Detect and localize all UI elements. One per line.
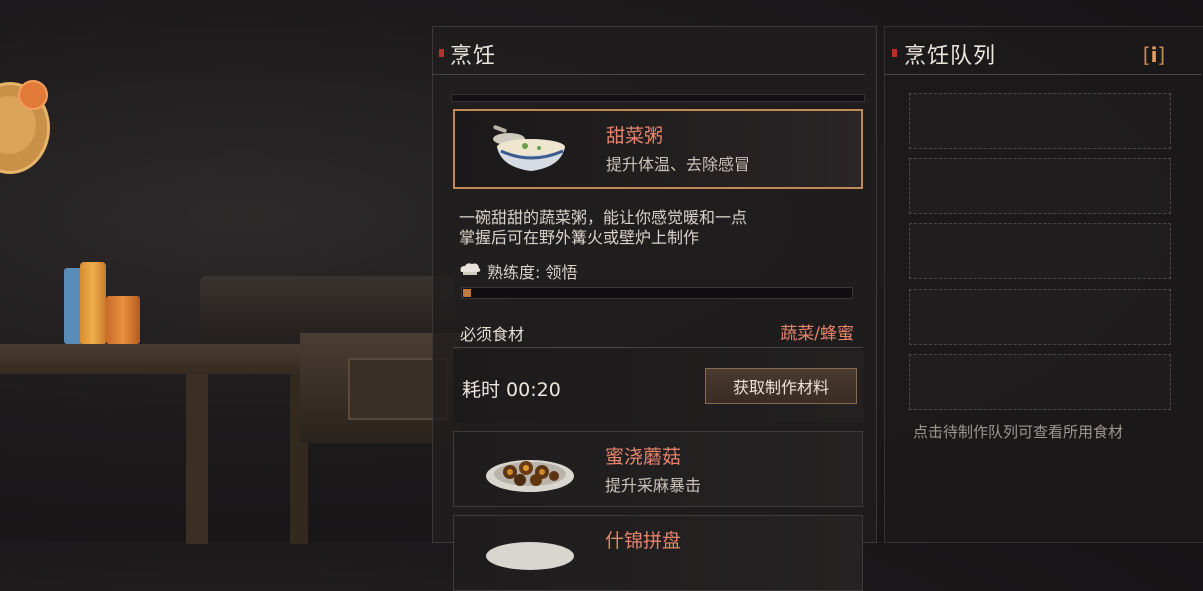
bracket-left-icon: [ — [1142, 43, 1151, 67]
notification-dot-icon — [18, 80, 48, 110]
recipe-effect: 提升体温、去除感冒 — [606, 155, 751, 174]
header-mark-icon — [892, 49, 897, 57]
bottle-prop — [80, 262, 106, 344]
jar-prop — [106, 296, 140, 344]
info-icon: i — [1150, 43, 1158, 67]
proficiency-label: 熟练度: 领悟 — [487, 263, 578, 282]
cook-time: 耗时 00:20 — [462, 379, 561, 401]
recipe-card[interactable]: 蜜浇蘑菇 提升采麻暴击 — [453, 431, 863, 507]
recipe-unlock-note: 掌握后可在野外篝火或壁炉上制作 — [459, 228, 700, 247]
porridge-bowl-icon — [493, 125, 565, 171]
recipe-card-selected[interactable]: 甜菜粥 提升体温、去除感冒 — [453, 109, 863, 189]
recipe-effect: 提升采麻暴击 — [605, 476, 702, 495]
recipe-name: 蜜浇蘑菇 — [605, 446, 682, 468]
queue-slot[interactable] — [909, 158, 1171, 214]
recipe-card[interactable]: 什锦拼盘 — [453, 515, 863, 591]
recipe-name: 什锦拼盘 — [605, 530, 682, 552]
ingredients-label: 必须食材 — [460, 325, 525, 344]
queue-slot[interactable] — [909, 223, 1171, 279]
grill-lid — [200, 276, 455, 338]
ingredients-value: 蔬菜/蜂蜜 — [780, 324, 854, 344]
info-button[interactable]: [ i ] — [1137, 42, 1171, 68]
bracket-right-icon: ] — [1157, 43, 1166, 67]
queue-slot[interactable] — [909, 354, 1171, 410]
recipe-name: 甜菜粥 — [606, 125, 664, 147]
header-divider — [433, 74, 865, 75]
queue-hint: 点击待制作队列可查看所用食材 — [913, 423, 1124, 441]
cook-time-row: 耗时 00:20 获取制作材料 — [453, 350, 863, 422]
mushroom-plate-icon — [486, 460, 574, 492]
queue-panel-title: 烹饪队列 — [904, 44, 997, 69]
queue-slot[interactable] — [909, 93, 1171, 149]
table-leg — [186, 374, 208, 544]
ingredients-divider — [453, 347, 863, 348]
header-divider — [885, 74, 1201, 75]
kitchen-table — [0, 344, 330, 374]
platter-icon — [486, 542, 574, 570]
proficiency-fill — [463, 289, 471, 297]
ingredients-row: 必须食材 蔬菜/蜂蜜 — [453, 318, 863, 346]
queue-slot[interactable] — [909, 289, 1171, 345]
chef-hat-icon — [460, 263, 481, 275]
proficiency-bar — [461, 287, 853, 299]
header-mark-icon — [439, 49, 444, 57]
cooking-panel-title: 烹饪 — [450, 44, 497, 69]
get-materials-button[interactable]: 获取制作材料 — [705, 368, 857, 404]
list-scroll-edge — [451, 94, 865, 102]
